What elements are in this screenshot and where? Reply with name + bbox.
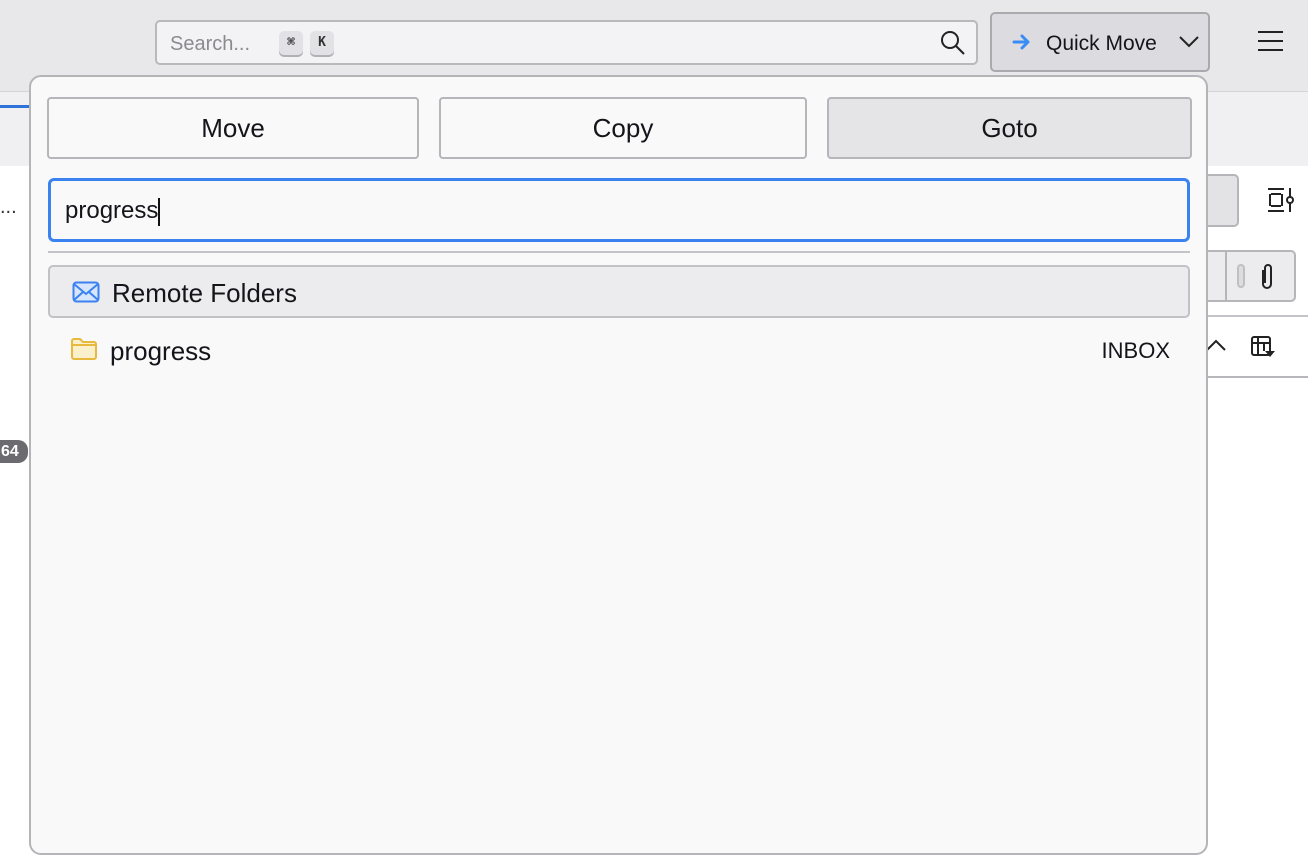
toggle-pill[interactable] xyxy=(1237,264,1245,288)
shortcut-key-k: K xyxy=(310,31,334,55)
quick-move-popup: Move Copy Goto progress Remote Folders p… xyxy=(29,75,1208,855)
global-search-input[interactable]: Search... ⌘ K xyxy=(155,20,978,65)
paperclip-icon[interactable] xyxy=(1257,262,1277,292)
chevron-down-icon xyxy=(1179,36,1199,48)
folder-search-input[interactable]: progress xyxy=(48,178,1190,242)
mail-account-icon xyxy=(72,281,100,303)
quick-move-button[interactable]: Quick Move xyxy=(990,12,1210,72)
arrow-right-icon xyxy=(1012,34,1030,50)
goto-button[interactable]: Goto xyxy=(827,97,1192,159)
copy-button[interactable]: Copy xyxy=(439,97,807,159)
account-group-header: Remote Folders xyxy=(48,265,1190,318)
shortcut-key-cmd: ⌘ xyxy=(279,31,303,55)
quick-move-label: Quick Move xyxy=(1046,32,1157,55)
account-name: Remote Folders xyxy=(112,278,297,308)
search-placeholder: Search... xyxy=(170,33,251,55)
folder-name: progress xyxy=(110,336,212,366)
overflow-menu[interactable]: ... xyxy=(0,196,17,219)
active-tab-indicator xyxy=(0,105,30,108)
move-button[interactable]: Move xyxy=(47,97,419,159)
search-icon[interactable] xyxy=(940,30,966,56)
unread-badge: 64 xyxy=(0,440,28,463)
column-picker-icon[interactable] xyxy=(1250,335,1276,359)
divider xyxy=(48,251,1190,253)
folder-parent: INBOX xyxy=(1101,338,1170,363)
folder-result-item[interactable]: progress INBOX xyxy=(48,329,1190,373)
display-options-icon[interactable] xyxy=(1266,186,1294,214)
folder-icon xyxy=(71,338,97,360)
folder-search-value: progress xyxy=(65,197,159,224)
app-menu-icon[interactable] xyxy=(1258,31,1283,58)
sort-ascending-icon[interactable] xyxy=(1205,338,1227,352)
